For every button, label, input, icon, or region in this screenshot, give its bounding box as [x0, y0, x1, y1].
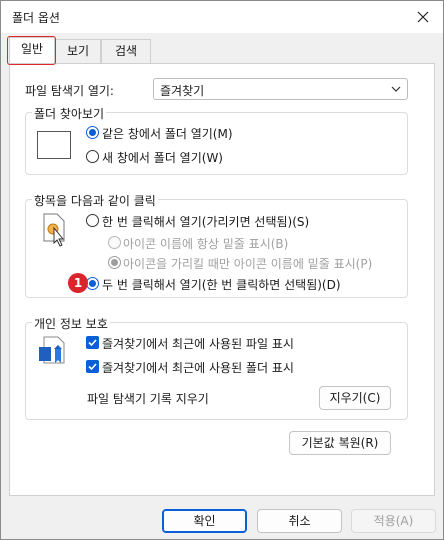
checkmark-icon	[88, 339, 97, 347]
clear-history-button[interactable]: 지우기(C)	[319, 386, 391, 410]
click-items-title: 항목을 다음과 같이 클릭	[32, 192, 158, 209]
recent-files-label[interactable]: 즐겨찾기에서 최근에 사용된 파일 표시	[102, 335, 294, 352]
frequent-folders-label[interactable]: 즐겨찾기에서 최근에 사용된 폴더 표시	[102, 359, 294, 376]
close-button[interactable]	[411, 5, 435, 29]
tab-search[interactable]: 검색	[101, 39, 151, 63]
new-window-radio[interactable]	[86, 150, 99, 163]
chevron-down-icon	[391, 86, 401, 92]
explorer-open-label: 파일 탐색기 열기:	[25, 84, 114, 98]
privacy-quick-access-icon	[39, 336, 65, 364]
underline-hover-label[interactable]: 아이콘을 가리킬 때만 아이콘 이름에 밑줄 표시(P)	[123, 255, 372, 272]
apply-button[interactable]: 적용(A)	[351, 509, 436, 533]
title-bar: 폴더 옵션	[1, 1, 443, 33]
step-badge: 1	[68, 273, 88, 293]
tab-view-label: 보기	[66, 44, 90, 58]
ok-button[interactable]: 확인	[162, 509, 247, 533]
window-title: 폴더 옵션	[12, 11, 60, 25]
folder-window-icon	[37, 131, 71, 159]
cancel-button[interactable]: 취소	[257, 509, 342, 533]
close-icon	[417, 11, 429, 23]
restore-defaults-button[interactable]: 기본값 복원(R)	[289, 431, 391, 455]
single-click-label[interactable]: 한 번 클릭해서 열기(가리키면 선택됨)(S)	[102, 213, 309, 230]
underline-hover-radio[interactable]	[108, 256, 121, 269]
tab-highlight-frame	[7, 36, 56, 65]
folder-options-dialog: 폴더 옵션 일반 보기 검색 파일 탐색기 열기: 즐겨찾기 폴더 찾아보기 같…	[0, 0, 444, 540]
same-window-radio[interactable]	[86, 126, 99, 139]
new-window-label[interactable]: 새 창에서 폴더 열기(W)	[102, 149, 223, 166]
same-window-label[interactable]: 같은 창에서 폴더 열기(M)	[102, 125, 233, 142]
underline-always-label[interactable]: 아이콘 이름에 항상 밑줄 표시(B)	[123, 235, 288, 252]
explorer-open-value: 즐겨찾기	[160, 84, 205, 98]
privacy-title: 개인 정보 보호	[32, 315, 110, 332]
recent-files-checkbox[interactable]	[86, 336, 99, 349]
tab-view[interactable]: 보기	[55, 39, 101, 63]
browse-folders-title: 폴더 찾아보기	[32, 105, 107, 122]
clear-history-label: 파일 탐색기 기록 지우기	[87, 392, 209, 406]
double-click-label[interactable]: 두 번 클릭해서 열기(한 번 클릭하면 선택됨)(D)	[102, 276, 341, 293]
tab-search-label: 검색	[114, 44, 138, 58]
click-document-icon	[43, 213, 65, 247]
explorer-open-select[interactable]: 즐겨찾기	[153, 78, 408, 100]
frequent-folders-checkbox[interactable]	[86, 360, 99, 373]
underline-always-radio[interactable]	[108, 236, 121, 249]
single-click-radio[interactable]	[86, 214, 99, 227]
checkmark-icon	[88, 363, 97, 371]
